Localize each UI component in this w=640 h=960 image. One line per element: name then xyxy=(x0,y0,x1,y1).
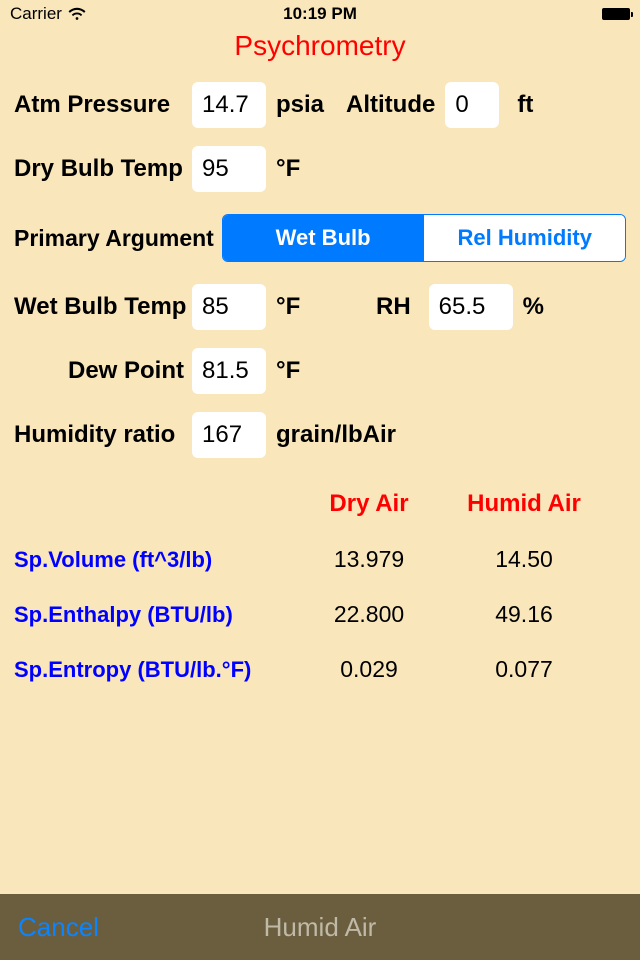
primary-arg-label: Primary Argument xyxy=(14,225,214,252)
dry-bulb-unit: °F xyxy=(276,155,300,183)
dry-bulb-label: Dry Bulb Temp xyxy=(14,155,192,183)
humidity-ratio-label: Humidity ratio xyxy=(14,421,192,449)
seg-rel-humidity[interactable]: Rel Humidity xyxy=(423,215,625,261)
cancel-button[interactable]: Cancel xyxy=(18,912,99,943)
dew-point-label: Dew Point xyxy=(14,357,192,385)
header-dry-air: Dry Air xyxy=(294,490,444,518)
wet-bulb-label: Wet Bulb Temp xyxy=(14,293,192,321)
sp-entropy-humid: 0.077 xyxy=(444,656,604,683)
rh-unit: % xyxy=(523,293,544,321)
seg-wet-bulb[interactable]: Wet Bulb xyxy=(223,215,424,261)
rh-input[interactable] xyxy=(429,284,513,330)
bottom-title: Humid Air xyxy=(264,912,377,943)
carrier-label: Carrier xyxy=(10,4,62,24)
rh-label: RH xyxy=(376,293,411,321)
atm-pressure-input[interactable] xyxy=(192,82,266,128)
humidity-ratio-input[interactable] xyxy=(192,412,266,458)
sp-volume-label: Sp.Volume (ft^3/lb) xyxy=(14,547,294,573)
battery-icon xyxy=(602,8,630,20)
atm-pressure-label: Atm Pressure xyxy=(14,91,192,119)
wet-bulb-input[interactable] xyxy=(192,284,266,330)
clock: 10:19 PM xyxy=(283,4,357,24)
wifi-icon xyxy=(68,7,86,21)
wet-bulb-unit: °F xyxy=(276,293,326,321)
sp-enthalpy-humid: 49.16 xyxy=(444,601,604,628)
page-title: Psychrometry xyxy=(0,30,640,62)
row-sp-enthalpy: Sp.Enthalpy (BTU/lb) 22.800 49.16 xyxy=(14,601,626,628)
bottom-bar: Cancel Humid Air xyxy=(0,894,640,960)
dew-point-input[interactable] xyxy=(192,348,266,394)
sp-volume-dry: 13.979 xyxy=(294,546,444,573)
dew-point-unit: °F xyxy=(276,357,300,385)
header-humid-air: Humid Air xyxy=(444,490,604,518)
results-table: Dry Air Humid Air Sp.Volume (ft^3/lb) 13… xyxy=(14,490,626,683)
sp-enthalpy-dry: 22.800 xyxy=(294,601,444,628)
altitude-unit: ft xyxy=(517,91,533,119)
altitude-label: Altitude xyxy=(346,91,435,119)
humidity-ratio-unit: grain/lbAir xyxy=(276,421,396,449)
dry-bulb-input[interactable] xyxy=(192,146,266,192)
row-sp-entropy: Sp.Entropy (BTU/lb.°F) 0.029 0.077 xyxy=(14,656,626,683)
altitude-input[interactable] xyxy=(445,82,499,128)
sp-enthalpy-label: Sp.Enthalpy (BTU/lb) xyxy=(14,602,294,628)
sp-volume-humid: 14.50 xyxy=(444,546,604,573)
atm-pressure-unit: psia xyxy=(276,91,336,119)
status-bar: Carrier 10:19 PM xyxy=(0,0,640,28)
primary-arg-segmented[interactable]: Wet Bulb Rel Humidity xyxy=(222,214,626,262)
row-sp-volume: Sp.Volume (ft^3/lb) 13.979 14.50 xyxy=(14,546,626,573)
sp-entropy-dry: 0.029 xyxy=(294,656,444,683)
sp-entropy-label: Sp.Entropy (BTU/lb.°F) xyxy=(14,657,294,683)
